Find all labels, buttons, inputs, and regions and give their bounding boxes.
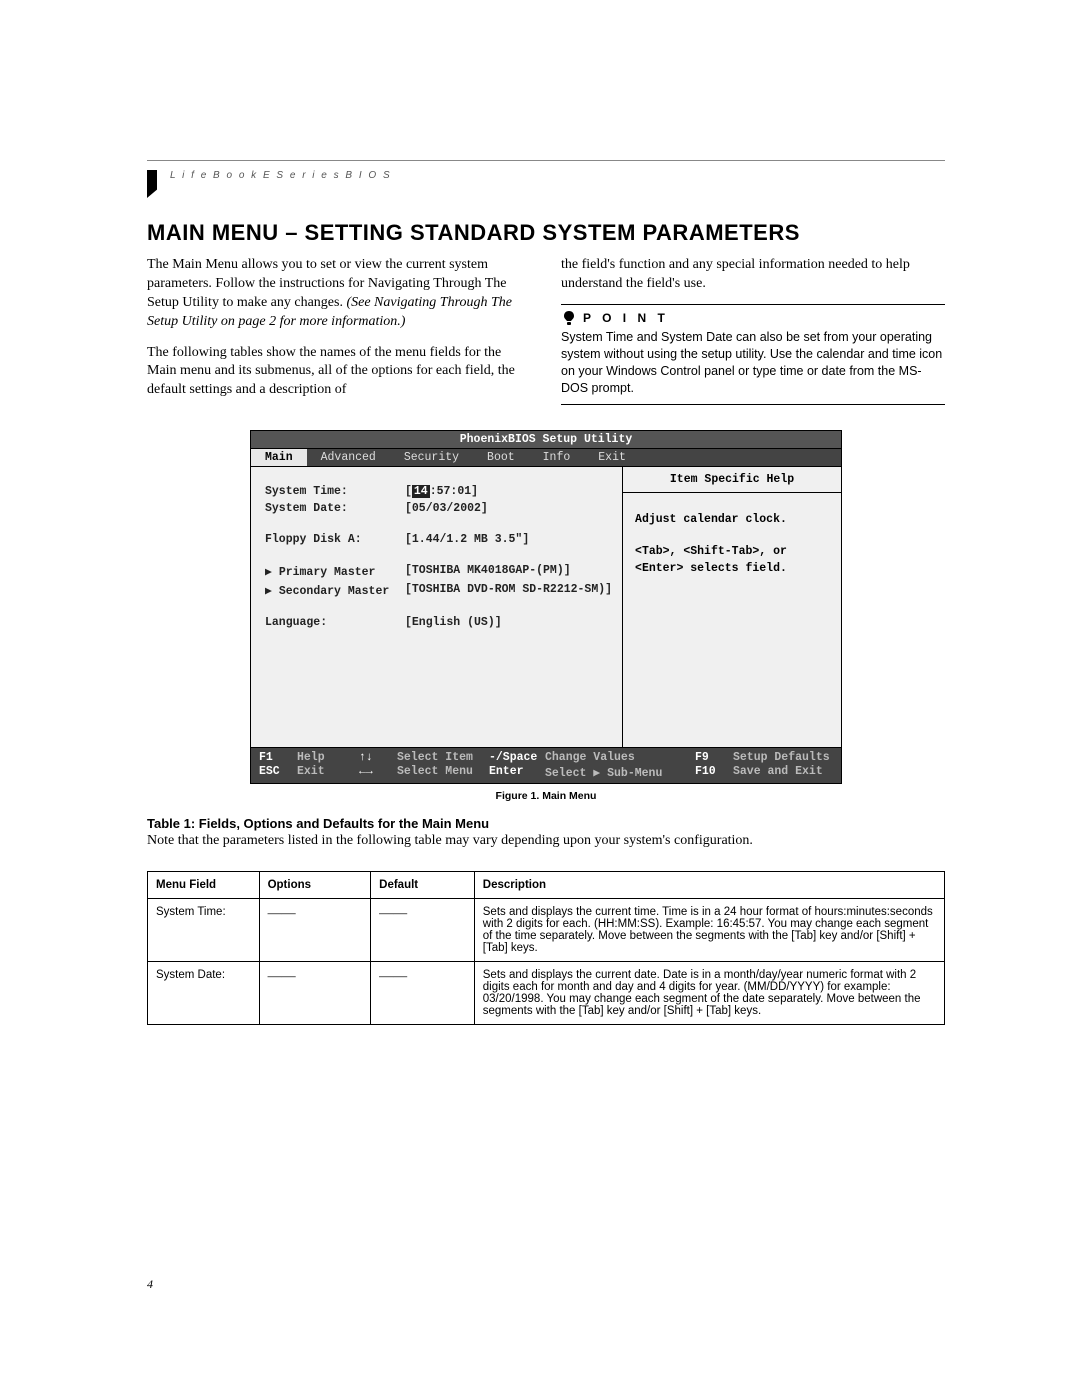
bios-label-select-item: Select Item xyxy=(397,751,489,764)
td-default: —— xyxy=(371,899,475,962)
section-title: MAIN MENU – SETTING STANDARD SYSTEM PARA… xyxy=(147,220,945,246)
bios-key-space: -/Space xyxy=(489,751,545,764)
bios-key-esc: ESC xyxy=(259,765,297,780)
bios-tab-advanced[interactable]: Advanced xyxy=(307,449,390,466)
td-options: —— xyxy=(259,962,371,1025)
bios-key-leftright: ←→ xyxy=(359,765,397,780)
td-options: —— xyxy=(259,899,371,962)
bios-label-submenu: Select ▶ Sub-Menu xyxy=(545,765,695,780)
header-rule xyxy=(147,160,945,161)
fields-table: Menu Field Options Default Description S… xyxy=(147,871,945,1025)
table-row: System Time: —— —— Sets and displays the… xyxy=(148,899,945,962)
bios-value-system-date[interactable]: [05/03/2002] xyxy=(405,502,612,515)
td-field: System Date: xyxy=(148,962,260,1025)
bios-label-select-menu: Select Menu xyxy=(397,765,489,780)
bios-title: PhoenixBIOS Setup Utility xyxy=(251,431,841,449)
td-field: System Time: xyxy=(148,899,260,962)
td-desc: Sets and displays the current date. Date… xyxy=(474,962,944,1025)
bios-label-save: Save and Exit xyxy=(733,765,833,780)
bios-value-system-time[interactable]: [14:57:01] xyxy=(405,485,612,498)
bios-label-change: Change Values xyxy=(545,751,695,764)
intro-paragraph-3: the field's function and any special inf… xyxy=(561,256,945,294)
bios-tab-security[interactable]: Security xyxy=(390,449,473,466)
bios-key-f9: F9 xyxy=(695,751,733,764)
figure-caption: Figure 1. Main Menu xyxy=(147,790,945,802)
bios-help-line2: <Tab>, <Shift-Tab>, or xyxy=(635,543,829,560)
bios-field-system-date: System Date: xyxy=(265,502,405,515)
bios-screenshot: PhoenixBIOS Setup Utility Main Advanced … xyxy=(250,430,842,784)
td-default: —— xyxy=(371,962,475,1025)
point-label: P O I N T xyxy=(583,310,669,326)
bios-key-enter: Enter xyxy=(489,765,545,780)
bios-fields-pane: System Time: [14:57:01] System Date: [05… xyxy=(251,467,623,747)
bios-key-f10: F10 xyxy=(695,765,733,780)
bios-help-line3: <Enter> selects field. xyxy=(635,560,829,577)
bios-tab-info[interactable]: Info xyxy=(529,449,585,466)
bios-tab-boot[interactable]: Boot xyxy=(473,449,529,466)
th-options: Options xyxy=(259,872,371,899)
bios-key-updown: ↑↓ xyxy=(359,751,397,764)
bios-label-help: Help xyxy=(297,751,359,764)
bios-value-floppy[interactable]: [1.44/1.2 MB 3.5"] xyxy=(405,533,612,546)
intro-paragraph-2: The following tables show the names of t… xyxy=(147,344,531,401)
bios-help-pane: Item Specific Help Adjust calendar clock… xyxy=(623,467,841,747)
point-icon xyxy=(561,310,577,326)
bios-tab-main[interactable]: Main xyxy=(251,449,307,466)
page-number: 4 xyxy=(147,1277,153,1292)
th-menu-field: Menu Field xyxy=(148,872,260,899)
bios-field-primary-master[interactable]: ▶ Primary Master xyxy=(265,564,405,579)
bios-help-title: Item Specific Help xyxy=(623,467,841,493)
bios-menubar: Main Advanced Security Boot Info Exit xyxy=(251,449,841,467)
intro-left-column: The Main Menu allows you to set or view … xyxy=(147,256,531,405)
bios-field-system-time: System Time: xyxy=(265,485,405,498)
running-head: L i f e B o o k E S e r i e s B I O S xyxy=(170,170,392,181)
point-callout: P O I N T System Time and System Date ca… xyxy=(561,304,945,406)
bios-field-floppy: Floppy Disk A: xyxy=(265,533,405,546)
bios-label-exit: Exit xyxy=(297,765,359,780)
bios-value-primary-master: [TOSHIBA MK4018GAP-(PM)] xyxy=(405,564,612,579)
bios-value-language[interactable]: [English (US)] xyxy=(405,616,612,629)
td-desc: Sets and displays the current time. Time… xyxy=(474,899,944,962)
th-default: Default xyxy=(371,872,475,899)
intro-right-column: the field's function and any special inf… xyxy=(561,256,945,405)
bios-footer: F1 Help ↑↓ Select Item -/Space Change Va… xyxy=(251,747,841,783)
bios-field-secondary-master[interactable]: ▶ Secondary Master xyxy=(265,583,405,598)
th-description: Description xyxy=(474,872,944,899)
table-note: Note that the parameters listed in the f… xyxy=(147,833,945,849)
bios-tab-exit[interactable]: Exit xyxy=(584,449,640,466)
table-row: System Date: —— —— Sets and displays the… xyxy=(148,962,945,1025)
bios-key-f1: F1 xyxy=(259,751,297,764)
bios-field-language: Language: xyxy=(265,616,405,629)
bios-help-line1: Adjust calendar clock. xyxy=(635,511,829,528)
table-title: Table 1: Fields, Options and Defaults fo… xyxy=(147,816,945,831)
chapter-tab-icon xyxy=(147,170,157,198)
bios-value-secondary-master: [TOSHIBA DVD-ROM SD-R2212-SM)] xyxy=(405,583,612,598)
bios-label-defaults: Setup Defaults xyxy=(733,751,833,764)
point-text: System Time and System Date can also be … xyxy=(561,329,945,406)
